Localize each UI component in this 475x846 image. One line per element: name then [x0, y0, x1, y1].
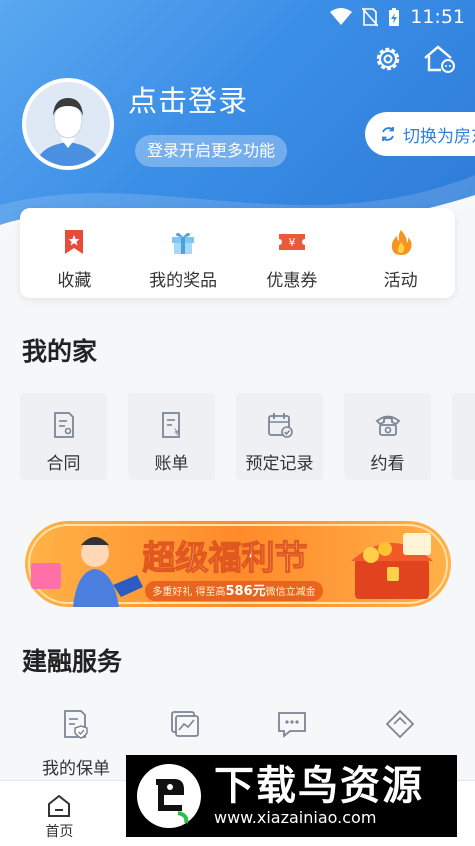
diamond-icon — [385, 709, 415, 739]
my-home-title: 我的家 — [22, 337, 98, 366]
watermark-overlay: 下载鸟资源 www.xiazainiao.com — [126, 755, 457, 837]
quick-item-prizes[interactable]: 我的奖品 — [129, 208, 238, 298]
home-tile-booking-records[interactable]: 预定记录 — [236, 393, 323, 480]
home-tile-smart[interactable]: 智 — [452, 393, 475, 480]
quick-item-coupons[interactable]: ¥ 优惠券 — [238, 208, 347, 298]
home-tile-label: 约看 — [370, 454, 405, 474]
bookmark-icon — [65, 230, 84, 254]
message-icon — [278, 712, 306, 738]
services-title: 建融服务 — [22, 647, 123, 676]
service-my-policy[interactable]: 我的保单 — [22, 708, 130, 779]
calendar-check-icon — [267, 413, 293, 438]
switch-to-landlord-button[interactable]: 切换为房东 — [365, 112, 475, 156]
contract-icon — [53, 412, 74, 438]
quick-actions-card: 收藏 我的奖品 ¥ 优惠券 活动 — [20, 208, 455, 298]
home-tile-contract[interactable]: 合同 — [20, 393, 107, 480]
coupon-icon: ¥ — [278, 234, 305, 250]
avatar[interactable] — [22, 78, 114, 170]
no-sim-icon — [362, 7, 379, 27]
my-home-grid: 合同 ¥ 账单 预定记录 约看 — [20, 393, 475, 480]
quick-item-favorites[interactable]: 收藏 — [20, 208, 129, 298]
super-welfare-festival-banner[interactable]: 超级福利节 多重好礼 得至高586元微信立减金 — [25, 515, 451, 611]
login-subtitle-badge[interactable]: 登录开启更多功能 — [135, 135, 288, 167]
banner-subtitle-suffix: 微信立减金 — [266, 585, 316, 598]
phone-icon — [375, 415, 400, 436]
bill-icon: ¥ — [161, 412, 180, 438]
gift-icon — [172, 232, 195, 254]
avatar-image — [26, 82, 110, 166]
svg-text:¥: ¥ — [174, 428, 180, 438]
watermark-url: www.xiazainiao.com — [214, 808, 377, 827]
banner-subtitle: 多重好礼 得至高586元微信立减金 — [152, 584, 315, 599]
home-tile-label: 预定记录 — [245, 454, 314, 474]
chart-icon — [171, 711, 199, 737]
home-icon — [48, 794, 71, 817]
header-actions — [373, 44, 457, 74]
home-tile-label: 账单 — [154, 454, 189, 474]
home-tile-viewing-appointment[interactable]: 约看 — [344, 393, 431, 480]
settings-gear-icon[interactable] — [373, 44, 403, 74]
house-message-icon[interactable] — [421, 44, 457, 74]
login-title[interactable]: 点击登录 — [128, 78, 248, 120]
switch-arrows-icon — [382, 127, 394, 141]
status-bar: 11:51 — [330, 4, 465, 30]
wifi-icon — [330, 8, 353, 25]
banner-title: 超级福利节 — [143, 538, 308, 577]
flame-icon — [391, 230, 412, 255]
quick-item-label: 活动 — [383, 271, 418, 291]
quick-item-activities[interactable]: 活动 — [346, 208, 455, 298]
profile-page: 11:51 点击登录 登录开启更多功能 切换为房 收藏 我的奖品 ¥ 优惠券 活… — [0, 0, 475, 846]
banner-amount: 586元 — [226, 584, 266, 599]
switch-label: 切换为房东 — [403, 126, 475, 147]
battery-charging-icon — [389, 8, 400, 26]
bird-logo-icon — [137, 764, 201, 828]
policy-icon — [64, 710, 88, 739]
watermark-text: 下载鸟资源 www.xiazainiao.com — [214, 764, 424, 828]
user-silhouette-icon — [36, 98, 100, 166]
tab-home[interactable]: 首页 — [0, 781, 119, 846]
watermark-title: 下载鸟资源 — [214, 763, 424, 809]
service-label: 我的保单 — [42, 759, 110, 779]
svg-text:¥: ¥ — [288, 236, 295, 249]
quick-item-label: 收藏 — [57, 271, 92, 291]
home-tile-label: 合同 — [46, 454, 81, 474]
quick-item-label: 优惠券 — [266, 271, 318, 291]
quick-item-label: 我的奖品 — [149, 271, 218, 291]
home-tile-bill[interactable]: ¥ 账单 — [128, 393, 215, 480]
tab-label: 首页 — [45, 824, 74, 840]
banner-subtitle-prefix: 多重好礼 得至高 — [152, 585, 225, 598]
status-time: 11:51 — [410, 6, 465, 28]
